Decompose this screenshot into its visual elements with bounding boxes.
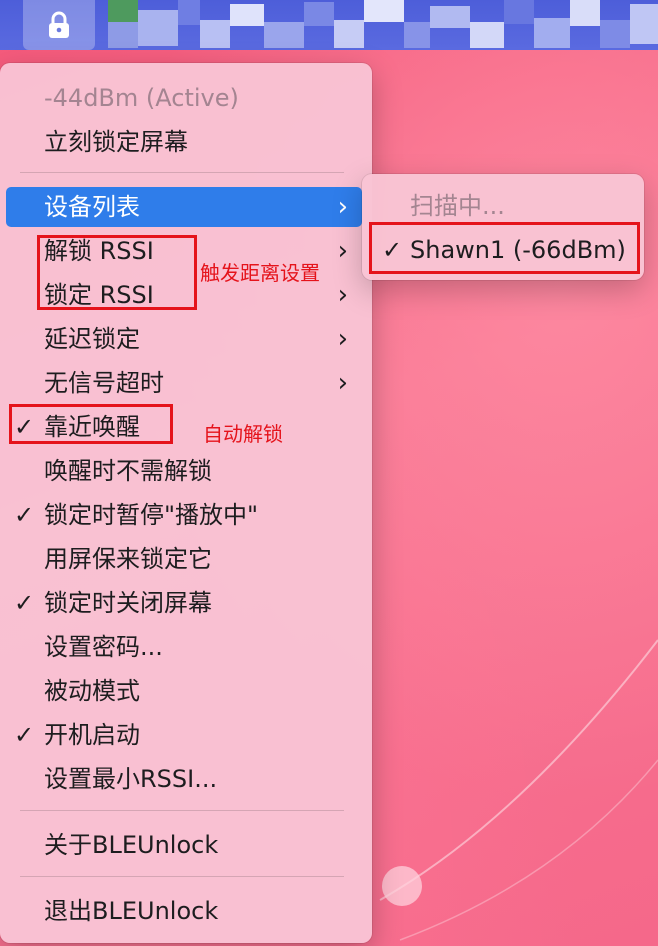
mosaic-block	[200, 20, 230, 48]
menu-item-set-password[interactable]: 设置密码...	[6, 627, 362, 667]
menu-item-label: 设置密码...	[44, 633, 163, 661]
checkmark-icon: ✓	[14, 501, 35, 529]
submenu-item-scanning: 扫描中...	[368, 186, 638, 226]
menu-item-label: 锁定时暂停"播放中"	[44, 501, 259, 529]
chevron-right-icon: ›	[337, 280, 348, 310]
menu-item-set-min-rssi[interactable]: 设置最小RSSI...	[6, 759, 362, 799]
bleunlock-menu: -44dBm (Active) 立刻锁定屏幕 设备列表 › 解锁 RSSI › …	[0, 63, 372, 943]
menu-item-launch-at-login[interactable]: ✓ 开机启动	[6, 715, 362, 755]
menu-item-label: -44dBm (Active)	[44, 84, 239, 112]
menu-bar	[0, 0, 658, 50]
menu-item-no-signal-timeout[interactable]: 无信号超时 ›	[6, 363, 362, 403]
mosaic-block	[630, 4, 658, 44]
mosaic-block	[600, 20, 630, 48]
menu-item-passive-mode[interactable]: 被动模式	[6, 671, 362, 711]
menu-item-pause-now-playing[interactable]: ✓ 锁定时暂停"播放中"	[6, 495, 362, 535]
mosaic-block	[108, 0, 138, 22]
mosaic-block	[570, 0, 600, 26]
chevron-right-icon: ›	[337, 368, 348, 398]
menu-item-use-screensaver[interactable]: 用屏保来锁定它	[6, 539, 362, 579]
mosaic-block	[178, 0, 200, 25]
menu-item-label: 设置最小RSSI...	[44, 765, 218, 793]
chevron-right-icon: ›	[337, 192, 348, 222]
mosaic-block	[504, 0, 534, 24]
mosaic-block	[264, 22, 304, 48]
submenu-item-label: 扫描中...	[410, 192, 505, 220]
menu-item-label: 唤醒时不需解锁	[44, 457, 212, 485]
menu-item-label: 立刻锁定屏幕	[44, 128, 188, 156]
menu-item-wake-without-unlock[interactable]: 唤醒时不需解锁	[6, 451, 362, 491]
mosaic-block	[138, 10, 178, 46]
menu-separator	[20, 810, 344, 811]
mosaic-block	[430, 6, 470, 28]
menu-item-label: 设备列表	[44, 193, 140, 221]
checkmark-icon: ✓	[14, 589, 35, 617]
menu-item-label: 无信号超时	[44, 369, 164, 397]
annotation-box-device	[369, 222, 640, 274]
mosaic-block	[534, 18, 570, 48]
menu-item-lock-delay[interactable]: 延迟锁定 ›	[6, 319, 362, 359]
mosaic-block	[304, 2, 334, 26]
mosaic-block	[470, 22, 504, 48]
mosaic-block	[108, 22, 138, 48]
annotation-auto-unlock: 自动解锁	[203, 422, 283, 446]
mosaic-block	[230, 4, 264, 26]
menu-item-rssi-status: -44dBm (Active)	[6, 78, 362, 118]
mosaic-block	[404, 22, 430, 48]
menu-item-label: 关于BLEUnlock	[44, 831, 219, 859]
menu-item-lock-now[interactable]: 立刻锁定屏幕	[6, 122, 362, 162]
menu-item-about[interactable]: 关于BLEUnlock	[6, 825, 362, 865]
checkmark-icon: ✓	[14, 721, 35, 749]
menu-item-label: 退出BLEUnlock	[44, 897, 219, 925]
mosaic-block	[364, 0, 404, 22]
menu-item-device-list[interactable]: 设备列表 ›	[6, 187, 362, 227]
annotation-box-rssi	[37, 235, 197, 310]
chevron-right-icon: ›	[337, 324, 348, 354]
menu-item-label: 锁定时关闭屏幕	[44, 589, 212, 617]
menu-item-turn-off-screen[interactable]: ✓ 锁定时关闭屏幕	[6, 583, 362, 623]
menu-separator	[20, 172, 344, 173]
menu-item-label: 用屏保来锁定它	[44, 545, 212, 573]
menu-item-quit[interactable]: 退出BLEUnlock	[6, 891, 362, 931]
menu-item-label: 被动模式	[44, 677, 140, 705]
menu-item-label: 延迟锁定	[44, 325, 140, 353]
bleunlock-status-button[interactable]	[23, 0, 95, 50]
lock-icon	[49, 11, 69, 38]
annotation-trigger-distance: 触发距离设置	[200, 261, 320, 285]
annotation-box-wake	[9, 404, 173, 444]
menu-item-label: 开机启动	[44, 721, 140, 749]
chevron-right-icon: ›	[337, 236, 348, 266]
menu-separator	[20, 876, 344, 877]
mosaic-block	[334, 20, 364, 48]
